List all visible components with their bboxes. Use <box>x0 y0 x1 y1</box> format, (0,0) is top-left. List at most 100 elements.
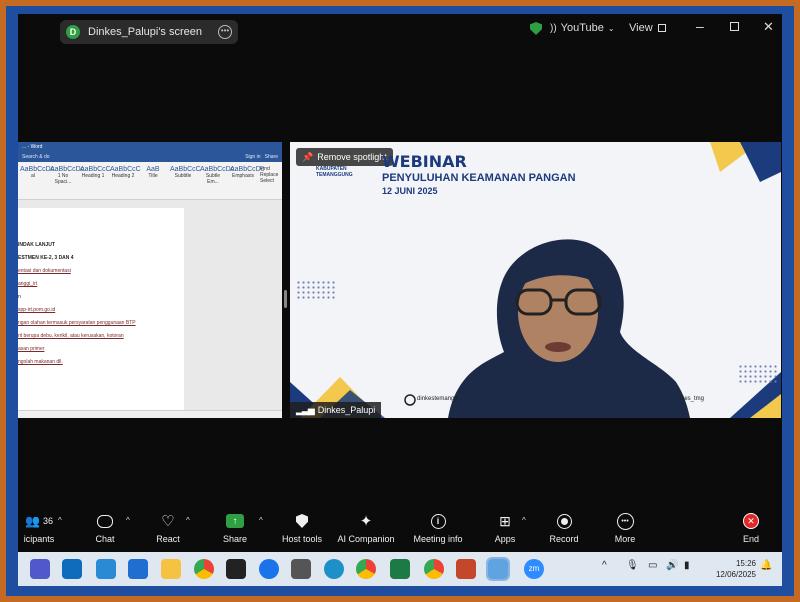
word-style-name: al <box>31 173 35 179</box>
end-label: End <box>742 534 759 544</box>
participants-caret-icon[interactable]: ^ <box>58 516 62 525</box>
word-style-sample: AaBbCcDc <box>20 166 55 173</box>
ai-companion-label: AI Companion <box>337 534 395 544</box>
apps-icon: ⊞ <box>499 512 511 529</box>
sticky-notes-icon[interactable] <box>226 559 246 579</box>
logo-line-2: TEMANGGUNG <box>316 172 353 178</box>
network-icon[interactable]: ▭ <box>648 560 657 571</box>
system-clock[interactable]: 15:26 12/06/2025 <box>708 558 756 580</box>
word-style-2[interactable]: AaBbCcC Heading 1 <box>80 166 111 195</box>
powerpoint-icon[interactable] <box>456 559 476 579</box>
word-editing-item[interactable]: Select <box>260 178 278 184</box>
participants-button[interactable]: 👥 36 icipants <box>18 510 74 544</box>
more-icon: ••• <box>616 512 634 530</box>
minimize-button[interactable]: – <box>696 18 704 34</box>
app-icon-3[interactable] <box>96 559 116 579</box>
word-share: Share <box>264 154 278 160</box>
word-signin: Sign in <box>245 154 261 160</box>
instagram-handle-right: nkes_tmg <box>678 396 705 402</box>
screen-share-indicator[interactable]: D Dinkes_Palupi's screen ••• <box>60 20 238 44</box>
word-text-line: INDAK LANJUT <box>18 242 55 248</box>
top-bar: D Dinkes_Palupi's screen ••• )) YouTube … <box>18 14 782 48</box>
close-button[interactable]: ✕ <box>763 19 774 35</box>
record-button[interactable]: Record <box>529 510 599 544</box>
word-text-line: ESTMEN KE-2, 3 DAN 4 <box>18 255 74 261</box>
word-ribbon: AaBbCcDc al AaBbCcDc 1 No Spaci... AaBbCcC He… <box>18 162 282 200</box>
microphone-icon[interactable]: 🎙 <box>626 560 639 571</box>
word-status-bar <box>18 410 282 418</box>
encryption-indicator[interactable] <box>530 22 542 35</box>
word-text-line: asan primer <box>18 346 45 352</box>
word-style-6[interactable]: AaBbCcDc Subtle Em... <box>200 166 235 195</box>
word-style-7[interactable]: AaBbCcDc Emphasis <box>230 166 264 195</box>
ai-companion-button[interactable]: ✦ AI Companion <box>331 510 401 544</box>
app-icon-8[interactable] <box>259 559 279 579</box>
camera-icon[interactable] <box>291 559 311 579</box>
word-editing-group: Find Replace Select <box>260 166 278 195</box>
participant-name-tag: ▂▃▅ Dinkes_Palupi <box>290 402 382 418</box>
view-label: View <box>629 22 653 34</box>
word-text-line: n <box>18 294 21 300</box>
react-button[interactable]: ♡ React <box>133 510 203 544</box>
regency-logo: KABUPATEN TEMANGGUNG <box>316 166 353 178</box>
view-button[interactable]: View <box>629 22 666 34</box>
word-style-4[interactable]: AaB Title <box>140 166 166 195</box>
zoom-icon[interactable]: zm <box>524 559 544 579</box>
more-options-icon[interactable]: ••• <box>218 25 232 39</box>
photos-icon[interactable] <box>486 557 510 581</box>
share-label: Share <box>222 534 248 544</box>
word-title: ... - Word <box>22 144 43 150</box>
react-caret-icon[interactable]: ^ <box>186 516 190 525</box>
chevron-down-icon: ⌄ <box>607 23 615 33</box>
teams-icon[interactable] <box>30 559 50 579</box>
word-style-1[interactable]: AaBbCcDc 1 No Spaci... <box>50 166 84 195</box>
restore-button[interactable] <box>730 22 739 31</box>
windows-taskbar: zm ^ 🎙 ▭ 🔊 ▮ 15:26 12/06/2025 🔔 <box>18 552 782 586</box>
participants-label: icipants <box>23 534 55 544</box>
excel-icon[interactable] <box>390 559 410 579</box>
sparkle-icon: ✦ <box>359 513 373 530</box>
calendar-icon[interactable] <box>128 559 148 579</box>
host-tools-button[interactable]: Host tools <box>267 510 337 544</box>
split-divider-handle[interactable] <box>284 290 287 308</box>
word-style-0[interactable]: AaBbCcDc al <box>20 166 55 195</box>
store-icon[interactable] <box>62 559 82 579</box>
word-style-name: Subtitle <box>174 173 192 179</box>
edge-icon[interactable] <box>324 559 344 579</box>
more-button[interactable]: ••• More <box>590 510 660 544</box>
meeting-info-label: Meeting info <box>413 534 463 544</box>
word-text-line: ngan olahan termasuk persyaratan penggun… <box>18 320 136 326</box>
end-button[interactable]: ✕ End <box>716 510 782 544</box>
remove-spotlight-button[interactable]: 📌 Remove spotlight <box>296 148 393 166</box>
participants-icon: 👥 <box>25 514 40 528</box>
apps-caret-icon[interactable]: ^ <box>522 516 526 525</box>
word-style-name: Heading 2 <box>111 173 135 179</box>
chrome-icon[interactable] <box>194 559 214 579</box>
share-caret-icon[interactable]: ^ <box>259 516 263 525</box>
meeting-info-button[interactable]: i Meeting info <box>403 510 473 544</box>
youtube-label: YouTube <box>560 22 604 34</box>
file-explorer-icon[interactable] <box>161 559 181 579</box>
word-style-sample: AaBbCcC <box>110 166 141 173</box>
chrome-profile-icon[interactable] <box>356 559 376 579</box>
chat-caret-icon[interactable]: ^ <box>126 516 130 525</box>
share-avatar: D <box>66 25 80 39</box>
layout-icon <box>657 24 666 32</box>
meeting-toolbar: 👥 36 icipants ^ Chat ^ ♡ React ^ ↑ Share … <box>18 508 782 552</box>
webinar-subtitle: PENYULUHAN KEAMANAN PANGAN <box>382 172 576 184</box>
notification-icon[interactable]: 🔔 <box>760 560 772 571</box>
battery-icon[interactable]: ▮ <box>684 560 690 571</box>
word-style-5[interactable]: AaBbCcC Subtitle <box>170 166 201 195</box>
info-icon: i <box>430 513 446 529</box>
volume-icon[interactable]: 🔊 <box>666 560 678 571</box>
webinar-title: WEBINAR <box>382 152 467 171</box>
word-style-sample: AaBbCcDc <box>200 166 235 173</box>
word-style-3[interactable]: AaBbCcC Heading 2 <box>110 166 141 195</box>
word-text-line: ngolah makanan dll. <box>18 359 63 365</box>
livestream-indicator[interactable]: )) YouTube ⌄ <box>550 22 615 34</box>
chrome-2-icon[interactable] <box>424 559 444 579</box>
restore-icon <box>730 22 739 31</box>
word-style-sample: AaB <box>146 166 160 173</box>
word-style-name: 1 No Spaci... <box>54 173 72 185</box>
tray-chevron-icon[interactable]: ^ <box>602 560 607 571</box>
